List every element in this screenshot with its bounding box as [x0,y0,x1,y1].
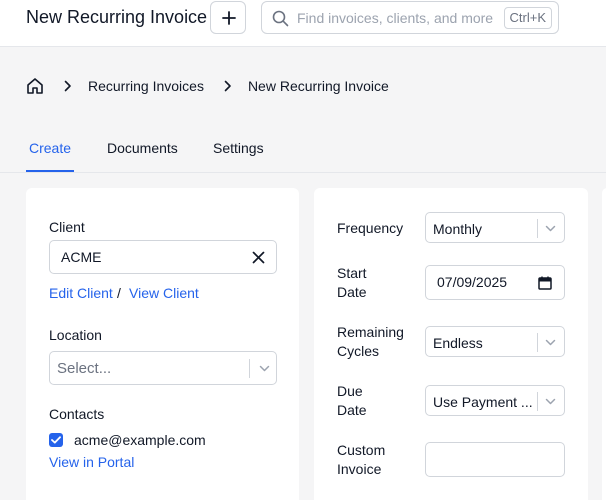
search-input[interactable]: Find invoices, clients, and more Ctrl+K [261,1,559,34]
frequency-select[interactable]: Monthly [425,212,565,243]
contact-checkbox[interactable] [49,433,63,447]
checkmark-icon [51,436,61,444]
custom-invoice-label-line2: Invoice [337,461,382,477]
remaining-cycles-select[interactable]: Endless [425,326,565,357]
tab-create[interactable]: Create [29,138,71,172]
chevron-down-icon[interactable] [545,337,556,348]
create-new-button[interactable] [210,1,246,34]
plus-icon [222,11,236,25]
breadcrumb-recurring-invoices[interactable]: Recurring Invoices [88,78,204,94]
due-date-label: Due [337,383,363,399]
next-card-edge [602,188,606,500]
start-date-input[interactable]: 07/09/2025 [425,265,565,300]
chevron-down-icon[interactable] [259,363,270,374]
select-divider [537,333,538,352]
tab-settings[interactable]: Settings [213,138,264,172]
due-date-select[interactable]: Use Payment ... [425,385,565,416]
close-icon[interactable] [252,251,265,264]
start-date-value: 07/09/2025 [437,274,508,290]
custom-invoice-label: Custom [337,442,386,458]
link-separator: / [117,285,121,301]
top-bar: New Recurring Invoice Find invoices, cli… [0,0,606,47]
contacts-label: Contacts [49,406,105,422]
tab-bar: Create Documents Settings [0,138,606,173]
location-placeholder: Select... [57,360,112,377]
remaining-cycles-label: Remaining [337,324,404,340]
breadcrumb-current: New Recurring Invoice [247,78,389,94]
client-select[interactable]: ACME [49,240,277,274]
frequency-value: Monthly [433,221,483,237]
due-date-label-line2: Date [337,402,367,418]
custom-invoice-input[interactable] [425,442,565,477]
remaining-cycles-value: Endless [433,335,483,351]
edit-client-link[interactable]: Edit Client [49,285,113,301]
start-date-label-line2: Date [337,284,367,300]
select-divider [537,219,538,238]
chevron-right-icon [224,80,231,92]
chevron-down-icon[interactable] [545,396,556,407]
calendar-icon[interactable] [538,276,552,290]
search-shortcut-badge: Ctrl+K [503,7,552,29]
location-label: Location [49,327,102,343]
due-date-value: Use Payment ... [433,394,533,410]
view-client-link[interactable]: View Client [129,285,199,301]
active-tab-indicator [26,170,74,172]
contact-email: acme@example.com [74,432,206,448]
search-placeholder: Find invoices, clients, and more [297,10,494,26]
chevron-right-icon [64,80,71,92]
home-icon[interactable] [26,77,44,95]
page-title: New Recurring Invoice [26,7,208,27]
location-select[interactable]: Select... [49,351,277,385]
start-date-label: Start [337,265,367,281]
frequency-label: Frequency [337,220,404,236]
view-in-portal-link[interactable]: View in Portal [49,454,134,470]
client-value: ACME [61,249,102,265]
chevron-down-icon[interactable] [545,223,556,234]
select-divider [537,392,538,411]
breadcrumb: Recurring Invoices New Recurring Invoice [26,76,389,96]
remaining-cycles-label-line2: Cycles [337,343,380,359]
search-icon [272,10,289,27]
client-label: Client [49,219,85,235]
select-divider [249,359,250,378]
tab-documents[interactable]: Documents [107,138,178,172]
